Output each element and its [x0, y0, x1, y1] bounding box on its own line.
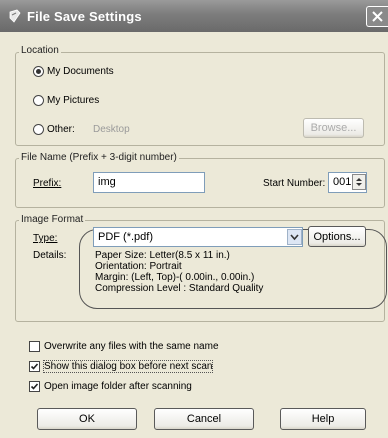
overwrite-label[interactable]: Overwrite any files with the same name: [44, 341, 219, 352]
detail-orientation: Orientation: Portrait: [95, 261, 182, 272]
checkmark-icon: [30, 363, 39, 370]
start-number-label: Start Number:: [263, 178, 326, 189]
title-bar[interactable]: File Save Settings: [0, 0, 388, 32]
chevron-down-icon[interactable]: [287, 229, 302, 245]
prefix-label: Prefix:: [33, 178, 62, 189]
help-button-label: Help: [311, 413, 335, 425]
options-button[interactable]: Options...: [308, 226, 366, 247]
start-number-value: 001: [333, 176, 352, 188]
detail-compression: Compression Level : Standard Quality: [95, 283, 264, 294]
ok-button[interactable]: OK: [37, 408, 137, 430]
ok-button-label: OK: [79, 413, 95, 425]
details-text: Paper Size: Letter(8.5 x 11 in.) Orienta…: [95, 250, 263, 294]
overwrite-checkbox[interactable]: [29, 341, 40, 352]
radio-my-pictures-label[interactable]: My Pictures: [47, 95, 99, 106]
file-save-settings-dialog: File Save Settings Location My Documents…: [0, 0, 388, 438]
show-dialog-label[interactable]: Show this dialog box before next scan: [42, 360, 214, 373]
other-path-text: Desktop: [93, 124, 130, 135]
radio-my-documents[interactable]: [33, 66, 44, 77]
details-label: Details:: [33, 250, 67, 261]
prefix-input[interactable]: img: [93, 172, 205, 193]
open-folder-checkbox[interactable]: [29, 381, 40, 392]
location-legend: Location: [19, 45, 61, 56]
browse-button-label: Browse...: [310, 122, 357, 134]
show-dialog-checkbox[interactable]: [29, 361, 40, 372]
prefix-value: img: [98, 176, 116, 188]
window-title: File Save Settings: [27, 9, 142, 24]
radio-my-documents-label[interactable]: My Documents: [47, 66, 114, 77]
radio-other-label[interactable]: Other:: [47, 124, 75, 135]
spin-updown-icon[interactable]: [352, 174, 366, 190]
close-icon: [367, 11, 387, 29]
cancel-button-label: Cancel: [186, 413, 222, 425]
options-button-label: Options...: [313, 230, 361, 243]
type-label: Type:: [33, 233, 58, 244]
file-name-legend: File Name (Prefix + 3-digit number): [19, 152, 179, 163]
open-folder-label[interactable]: Open image folder after scanning: [44, 381, 192, 392]
radio-other[interactable]: [33, 124, 44, 135]
browse-button[interactable]: Browse...: [303, 118, 364, 138]
image-format-legend: Image Format: [19, 214, 86, 225]
detail-margin: Margin: (Left, Top)-( 0.00in., 0.00in.): [95, 272, 255, 283]
help-button[interactable]: Help: [280, 408, 366, 430]
close-button[interactable]: [366, 6, 388, 27]
cancel-button[interactable]: Cancel: [154, 408, 254, 430]
radio-my-pictures[interactable]: [33, 95, 44, 106]
checkmark-icon: [30, 383, 39, 390]
type-value: PDF (*.pdf): [98, 231, 154, 243]
detail-paper-size: Paper Size: Letter(8.5 x 11 in.): [95, 250, 230, 261]
type-select[interactable]: PDF (*.pdf): [93, 227, 303, 247]
scanner-icon: [8, 9, 22, 23]
